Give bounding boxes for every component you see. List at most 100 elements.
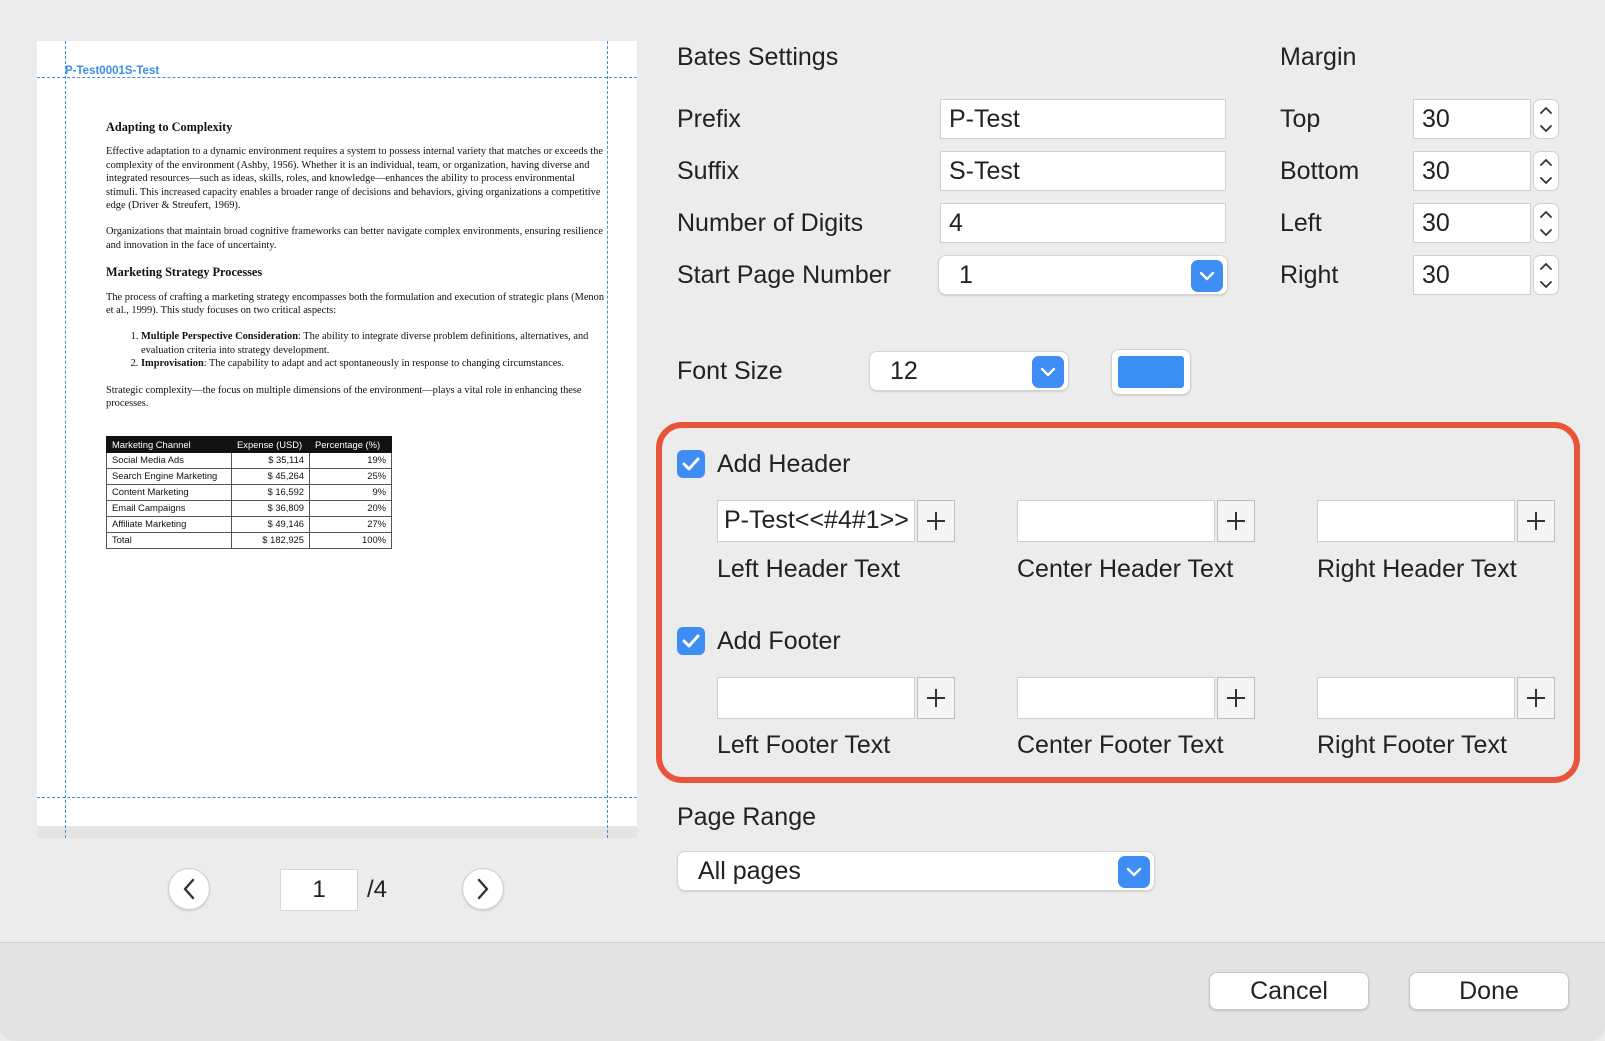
margin-left-field[interactable]: 30 [1413,203,1531,243]
done-button[interactable]: Done [1409,972,1569,1010]
prefix-label: Prefix [677,105,741,133]
doc-paragraph: Organizations that maintain broad cognit… [106,226,603,251]
right-footer-field[interactable] [1317,677,1515,719]
start-page-select[interactable]: 1 [938,255,1228,295]
margin-top-stepper[interactable] [1533,99,1559,139]
table-header: Marketing Channel [106,435,232,453]
prefix-field[interactable]: P-Test [940,99,1226,139]
chevron-down-icon [1118,856,1150,888]
font-size-select[interactable]: 12 [869,351,1069,391]
right-header-insert-button[interactable] [1517,500,1555,542]
right-footer-label: Right Footer Text [1317,731,1507,759]
add-header-label: Add Header [717,450,851,478]
left-footer-field[interactable] [717,677,915,719]
plus-icon [927,512,945,530]
bates-settings-title: Bates Settings [677,43,839,71]
right-header-field[interactable] [1317,500,1515,542]
table-cell: Social Media Ads [106,451,232,469]
digits-field[interactable]: 4 [940,203,1226,243]
start-page-label: Start Page Number [677,261,891,289]
table-row: Social Media Ads $ 35,114 19% [106,451,392,469]
page-number-input[interactable]: 1 [280,869,358,911]
table-cell: 9% [309,483,392,501]
margin-bottom-field[interactable]: 30 [1413,151,1531,191]
margin-top-label: Top [1280,105,1321,133]
right-footer-insert-button[interactable] [1517,677,1555,719]
add-header-checkbox[interactable] [677,450,705,478]
table-row: Total $ 182,925 100% [106,531,392,549]
left-header-field[interactable]: P-Test<<#4#1>> [717,500,915,542]
chevron-up-icon [1540,262,1552,270]
center-header-label: Center Header Text [1017,555,1234,583]
list-item: Multiple Perspective Consideration: The … [141,330,606,357]
margin-left-stepper[interactable] [1533,203,1559,243]
center-footer-label: Center Footer Text [1017,731,1224,759]
add-footer-label: Add Footer [717,627,841,655]
right-header-label: Right Header Text [1317,555,1517,583]
preview-page: P-Test0001S-Test Adapting to Complexity … [37,41,637,826]
next-page-button[interactable] [462,868,504,910]
page-range-label: Page Range [677,803,817,831]
previous-page-button[interactable] [168,868,210,910]
doc-paragraph: Strategic complexity—the focus on multip… [106,384,582,410]
cancel-button[interactable]: Cancel [1209,972,1369,1010]
page-total: /4 [367,876,388,903]
table-cell: Total [106,531,232,549]
document-content: Adapting to Complexity Effective adaptat… [106,120,606,549]
margin-left-label: Left [1280,209,1322,237]
chevron-down-icon [1540,228,1552,236]
table-row: Email Campaigns $ 36,809 20% [106,499,392,517]
chevron-up-icon [1540,210,1552,218]
suffix-field[interactable]: S-Test [940,151,1226,191]
plus-icon [1527,689,1545,707]
margin-title: Margin [1280,43,1357,71]
table-row: Affiliate Marketing $ 49,146 27% [106,515,392,533]
chevron-down-icon [1191,260,1223,292]
chevron-down-icon [1032,356,1064,388]
margin-top-field[interactable]: 30 [1413,99,1531,139]
doc-heading: Adapting to Complexity [106,120,233,134]
list-item: Improvisation: The capability to adapt a… [141,357,606,370]
plus-icon [1527,512,1545,530]
margin-bottom-stepper[interactable] [1533,151,1559,191]
center-footer-insert-button[interactable] [1217,677,1255,719]
left-header-insert-button[interactable] [917,500,955,542]
margin-guide-right [607,41,608,838]
chevron-left-icon [183,878,195,900]
table-header-row: Marketing Channel Expense (USD) Percenta… [106,435,392,453]
list-item-term: Improvisation [141,358,204,370]
checkmark-icon [682,634,700,648]
add-footer-checkbox[interactable] [677,627,705,655]
margin-right-field[interactable]: 30 [1413,255,1531,295]
center-header-field[interactable] [1017,500,1215,542]
table-cell: 25% [309,467,392,485]
page-range-select[interactable]: All pages [677,851,1155,891]
suffix-label: Suffix [677,157,740,185]
chevron-up-icon [1540,158,1552,166]
table-cell: 20% [309,499,392,517]
table-cell: $ 49,146 [231,515,310,533]
left-footer-label: Left Footer Text [717,731,891,759]
table-cell: $ 36,809 [231,499,310,517]
center-header-insert-button[interactable] [1217,500,1255,542]
left-footer-insert-button[interactable] [917,677,955,719]
table-cell: 19% [309,451,392,469]
bates-stamp-preview: P-Test0001S-Test [65,65,160,77]
table-cell: $ 16,592 [231,483,310,501]
checkmark-icon [682,457,700,471]
start-page-value: 1 [959,261,973,289]
table-cell: $ 182,925 [231,531,310,549]
center-footer-field[interactable] [1017,677,1215,719]
bates-dialog: P-Test0001S-Test Adapting to Complexity … [0,0,1605,1041]
list-item-text: : The capability to adapt and act sponta… [203,358,564,370]
margin-right-label: Right [1280,261,1339,289]
doc-heading: Marketing Strategy Processes [106,265,263,280]
font-color-well[interactable] [1111,349,1191,395]
left-header-label: Left Header Text [717,555,900,583]
margin-right-stepper[interactable] [1533,255,1559,295]
plus-icon [1227,512,1245,530]
plus-icon [1227,689,1245,707]
font-size-label: Font Size [677,357,783,385]
table-cell: Affiliate Marketing [106,515,232,533]
chevron-down-icon [1540,280,1552,288]
